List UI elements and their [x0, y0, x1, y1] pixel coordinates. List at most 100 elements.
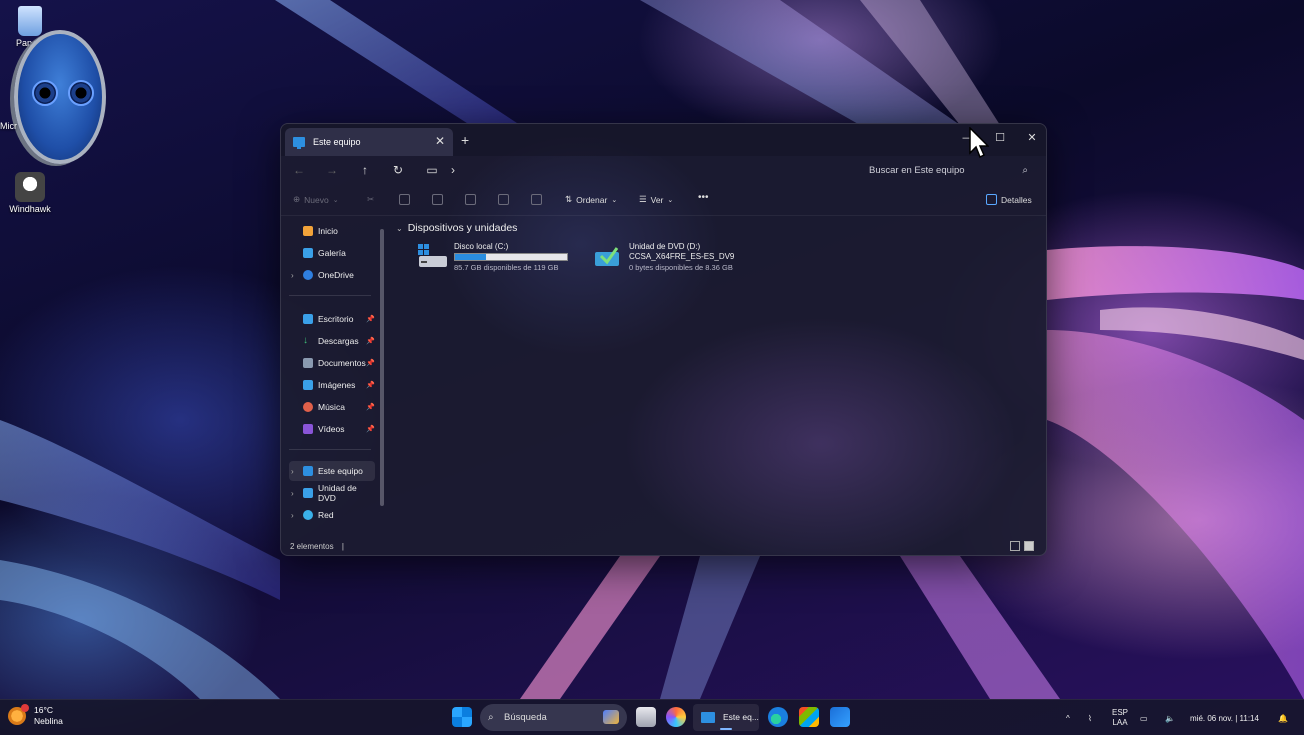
refresh-button[interactable]: ↻	[388, 160, 408, 180]
new-tab-button[interactable]: +	[461, 132, 469, 148]
pin-icon: 📌	[366, 338, 375, 345]
drive-c[interactable]: Disco local (C:) 85.7 GB disponibles de …	[418, 242, 588, 278]
store-icon[interactable]	[799, 707, 819, 727]
maximize-button[interactable]: ☐	[985, 128, 1015, 148]
sidebar-item-descargas[interactable]: ↓ Descargas 📌	[289, 331, 375, 351]
mouse-cursor-icon	[969, 127, 989, 159]
sidebar-divider	[289, 295, 371, 296]
up-button[interactable]: ↑	[355, 160, 375, 180]
drive-free-space: 85.7 GB disponibles de 119 GB	[454, 263, 559, 272]
dvd-drive-icon	[303, 488, 313, 498]
taskbar-search-label: Búsqueda	[504, 712, 547, 723]
start-button[interactable]	[452, 707, 472, 727]
sidebar-item-label: Música	[318, 402, 345, 412]
file-explorer-window: Este equipo ✕ + — ☐ ✕ ← → ↑ ↻ ▭ › Buscar…	[280, 123, 1047, 556]
share-icon	[498, 194, 509, 205]
expand-chevron-icon[interactable]: ›	[291, 271, 294, 280]
drive-d[interactable]: Unidad de DVD (D:) CCSA_X64FRE_ES-ES_DV9…	[593, 242, 773, 278]
sidebar-item-unidad-dvd[interactable]: › Unidad de DVD	[289, 483, 375, 503]
expand-chevron-icon[interactable]: ›	[291, 489, 294, 498]
home-icon	[303, 226, 313, 236]
details-button[interactable]: Detalles	[986, 194, 1032, 205]
breadcrumb-chevron-icon[interactable]: ›	[443, 160, 463, 180]
back-button[interactable]: ←	[289, 160, 309, 180]
sidebar-item-red[interactable]: › Red	[289, 505, 375, 525]
download-icon: ↓	[303, 335, 308, 346]
share-button[interactable]	[498, 194, 509, 205]
this-pc-breadcrumb-icon[interactable]: ▭	[422, 160, 442, 180]
desktop-icon-edge[interactable]: Micr	[0, 121, 18, 131]
pin-icon: 📌	[366, 316, 375, 323]
details-view-icon[interactable]	[1010, 541, 1020, 551]
wifi-off-icon[interactable]: ⌇	[1088, 700, 1092, 735]
section-header-devices[interactable]: ⌄ Dispositivos y unidades	[396, 222, 517, 234]
sidebar-item-onedrive[interactable]: › OneDrive	[289, 265, 375, 285]
document-icon	[303, 358, 313, 368]
sidebar-item-imagenes[interactable]: Imágenes 📌	[289, 375, 375, 395]
sidebar-item-label: Imágenes	[318, 380, 356, 390]
weather-widget[interactable]: 16°C Neblina	[8, 704, 63, 727]
close-window-button[interactable]: ✕	[1017, 128, 1046, 148]
sidebar-item-inicio[interactable]: Inicio	[289, 221, 375, 241]
sidebar-item-videos[interactable]: Vídeos 📌	[289, 419, 375, 439]
search-icon: ⌕	[488, 712, 494, 723]
drive-name: Disco local (C:)	[454, 242, 509, 251]
notifications-icon[interactable]: 🔔	[1278, 700, 1288, 735]
rename-button[interactable]	[465, 194, 476, 205]
details-label: Detalles	[1001, 194, 1032, 205]
close-tab-icon[interactable]: ✕	[435, 134, 445, 148]
taskbar-app-label: Este eq...	[723, 712, 759, 722]
volume-icon[interactable]: 🔈	[1165, 700, 1175, 735]
tab-este-equipo[interactable]: Este equipo ✕	[285, 128, 453, 156]
pin-icon: 📌	[366, 404, 375, 411]
sidebar-item-galeria[interactable]: Galería	[289, 243, 375, 263]
tiles-view-icon[interactable]	[1024, 541, 1034, 551]
task-view-icon[interactable]	[636, 707, 656, 727]
view-button[interactable]: ☰ Ver ⌄	[639, 194, 673, 205]
copy-button[interactable]	[399, 194, 410, 205]
rename-icon	[465, 194, 476, 205]
cut-button[interactable]: ✂	[367, 194, 374, 205]
taskbar-app-file-explorer[interactable]: Este eq...	[693, 704, 759, 731]
more-options-button[interactable]: •••	[698, 192, 709, 203]
forward-button[interactable]: →	[322, 160, 342, 180]
paste-button[interactable]	[432, 194, 443, 205]
desktop-folder-icon	[303, 314, 313, 324]
expand-chevron-icon[interactable]: ›	[291, 467, 294, 476]
view-icon: ☰	[639, 194, 647, 204]
delete-button[interactable]	[531, 194, 542, 205]
music-icon	[303, 402, 313, 412]
search-input[interactable]: Buscar en Este equipo ⌕	[861, 159, 1036, 183]
sidebar-item-label: Vídeos	[318, 424, 345, 434]
active-indicator	[720, 728, 732, 730]
sidebar-item-documentos[interactable]: Documentos 📌	[289, 353, 375, 373]
expand-chevron-icon[interactable]: ›	[291, 511, 294, 520]
chevron-down-icon: ⌄	[611, 196, 618, 204]
taskbar-search[interactable]: ⌕ Búsqueda	[480, 704, 627, 731]
gallery-icon	[303, 248, 313, 258]
display-icon[interactable]: ▭	[1140, 700, 1148, 735]
section-title: Dispositivos y unidades	[407, 222, 518, 234]
sidebar-item-musica[interactable]: Música 📌	[289, 397, 375, 417]
outlook-icon[interactable]	[830, 707, 850, 727]
new-button[interactable]: ⊕ Nuevo ⌄	[293, 194, 339, 205]
language-indicator[interactable]: ESP LAA	[1112, 700, 1128, 735]
view-toggle	[1010, 541, 1034, 551]
sidebar-scrollbar[interactable]	[380, 229, 384, 506]
sidebar-item-este-equipo[interactable]: › Este equipo	[289, 461, 375, 481]
new-label: Nuevo	[304, 194, 329, 205]
sort-button[interactable]: ⇅ Ordenar ⌄	[565, 194, 617, 205]
edge-icon[interactable]	[768, 707, 788, 727]
this-pc-icon	[293, 137, 305, 149]
clock[interactable]: mié. 06 nov. | 11:14	[1190, 700, 1259, 735]
search-placeholder: Buscar en Este equipo	[869, 165, 965, 176]
title-bar: Este equipo ✕ + — ☐ ✕	[281, 124, 1046, 156]
desktop-icon-windhawk[interactable]: Windhawk	[0, 172, 60, 214]
paste-icon	[432, 194, 443, 205]
windhawk-icon	[15, 172, 45, 202]
copilot-icon[interactable]	[666, 707, 686, 727]
show-hidden-icons-button[interactable]: ^	[1066, 700, 1070, 735]
sidebar-item-label: Unidad de DVD	[318, 483, 357, 503]
sidebar-item-escritorio[interactable]: Escritorio 📌	[289, 309, 375, 329]
onedrive-icon	[303, 270, 313, 280]
